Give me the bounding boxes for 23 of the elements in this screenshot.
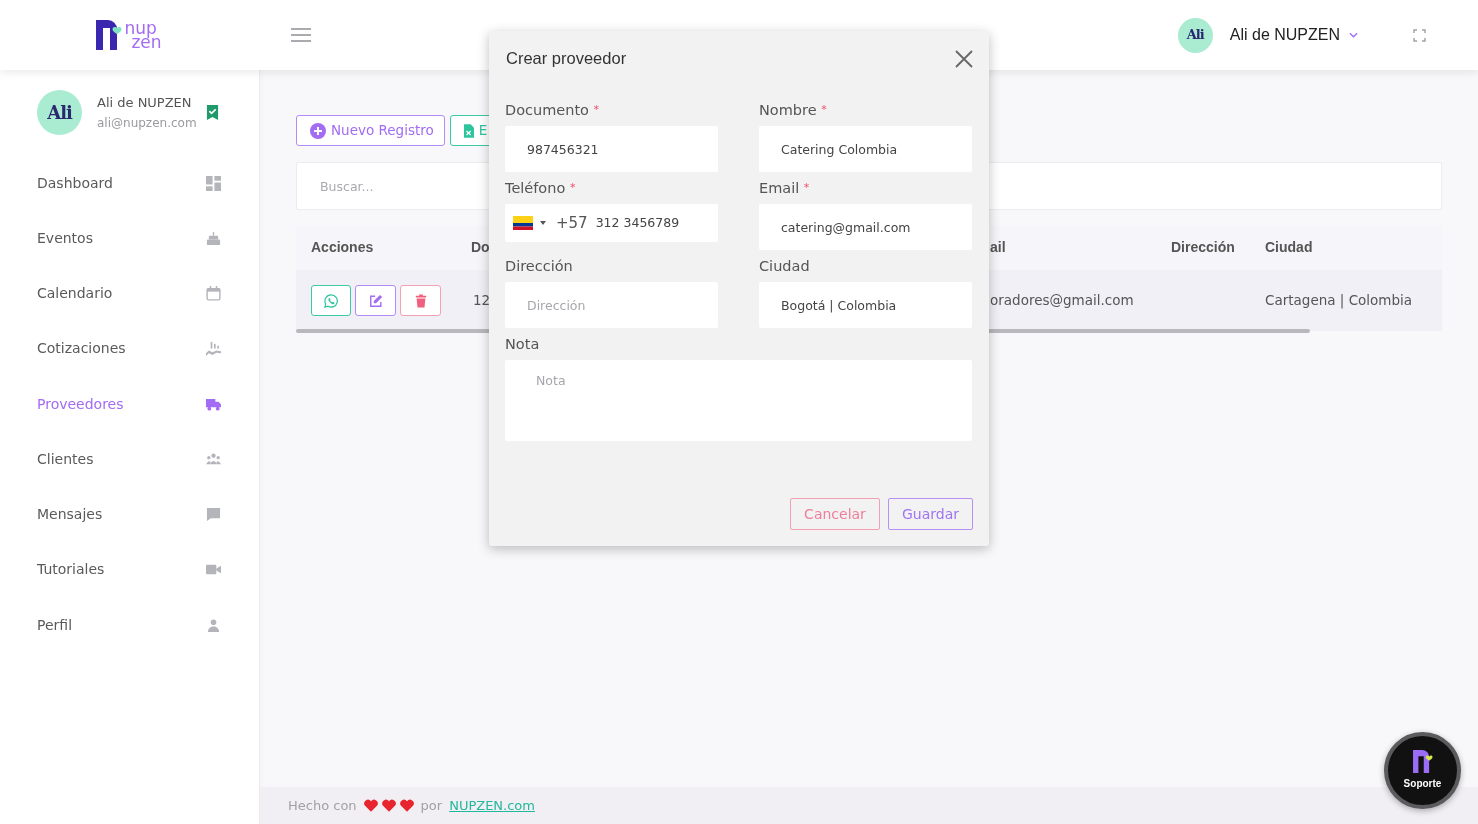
table-cell: 12 [473,292,491,309]
field-label: Ciudad [759,257,811,276]
field-label: Email * [759,179,811,198]
avatar: Ali [1177,17,1213,53]
dial-code: +57 [556,212,588,234]
column-header: Acciones [311,239,374,255]
column-header: ail [990,239,1006,255]
avatar: Ali [37,90,82,136]
table-cell: Cartagena | Colombia [1265,292,1413,309]
field-label: Nota [505,335,541,354]
field-label: Dirección [505,257,574,276]
profile-name: Ali de NUPZEN [97,93,193,112]
column-header: Dirección [1171,239,1235,255]
field-label: Documento * [505,101,601,120]
column-header: Do [471,239,490,255]
modal-title: Crear proveedor [506,48,627,69]
field-label: Nombre * [759,101,828,120]
footer-text: Hecho con [288,796,357,815]
column-header: Ciudad [1265,239,1313,255]
profile-email: ali@nupzen.com [97,114,197,132]
footer-text: por [420,796,443,815]
field-label: Teléfono * [505,179,577,198]
table-cell: oradores@gmail.com [990,292,1134,309]
